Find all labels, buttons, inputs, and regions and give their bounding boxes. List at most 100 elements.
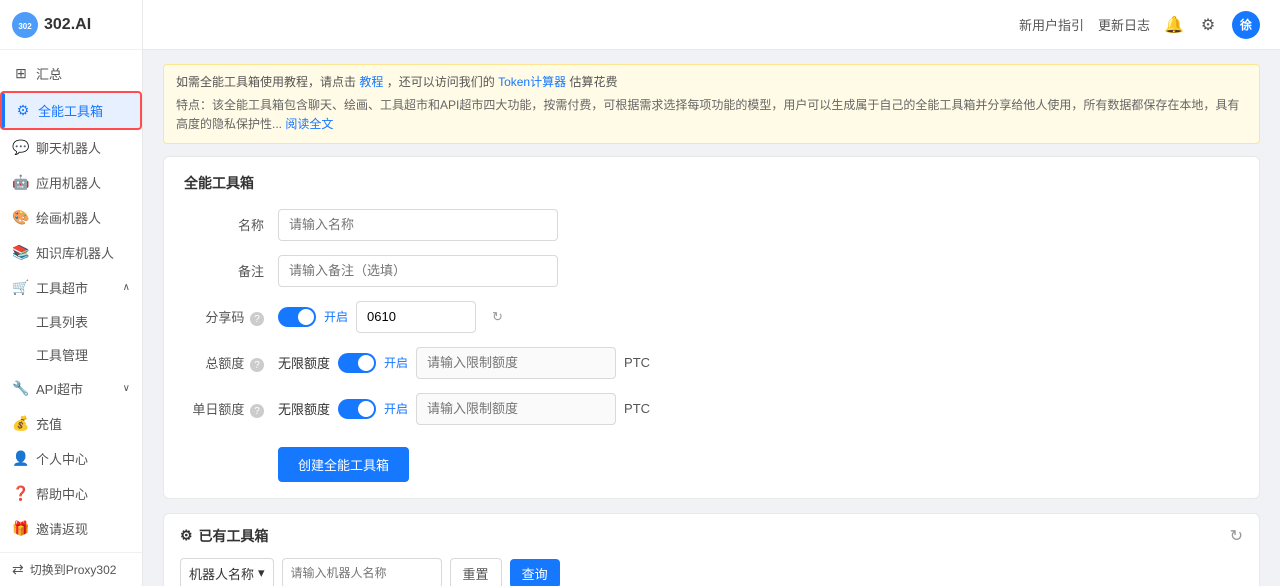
sidebar-label-help: 帮助中心 [36,484,88,503]
share-code-refresh-icon[interactable]: ↻ [492,309,503,325]
sidebar-item-chat-robot[interactable]: 💬 聊天机器人 [0,130,142,165]
total-quota-label-text: 总额度 [205,356,244,371]
form-row-name: 名称 [184,209,1239,241]
sidebar-nav: ⊞ 汇总 ⚙ 全能工具箱 💬 聊天机器人 🤖 应用机器人 🎨 绘画机器人 📚 知… [0,50,142,552]
all-tools-icon: ⚙ [14,102,32,120]
sidebar-bottom-label: 切换到Proxy302 [30,561,117,578]
daily-quota-row: 无限额度 开启 PTC [278,393,650,425]
notification-icon[interactable]: 🔔 [1164,15,1184,35]
filter-select-robot-name[interactable]: 机器人名称 ▾ [180,558,274,586]
paint-robot-icon: 🎨 [12,209,30,227]
notice-line1: 如需全能工具箱使用教程，请点击 教程 ，还可以访问我们的 Token计算器 估算… [176,73,1247,92]
sidebar-item-personal[interactable]: 👤 个人中心 [0,441,142,476]
filter-select-label: 机器人名称 [189,564,254,583]
total-quota-input[interactable] [416,347,616,379]
logo-text: 302.AI [44,16,91,34]
daily-quota-unlimited-text: 无限额度 [278,399,330,418]
filter-robot-name-input[interactable] [282,558,442,586]
create-btn-row: 创建全能工具箱 [184,439,1239,482]
note-input[interactable] [278,255,558,287]
share-code-toggle-group: 开启 ↻ [278,301,503,333]
daily-quota-info-icon[interactable]: ? [250,404,264,418]
change-log-btn[interactable]: 更新日志 [1098,15,1150,34]
daily-quota-label-text: 单日额度 [192,402,244,417]
share-code-toggle[interactable] [278,307,316,327]
app-robot-icon: 🤖 [12,174,30,192]
daily-quota-label: 单日额度 ? [184,399,264,419]
create-toolbox-button[interactable]: 创建全能工具箱 [278,447,409,482]
sidebar-label-paint-robot: 绘画机器人 [36,208,101,227]
personal-icon: 👤 [12,450,30,468]
share-code-label: 分享码 ? [184,307,264,327]
existing-panel-header: ⚙ 已有工具箱 ↻ [180,526,1243,546]
recharge-icon: 💰 [12,415,30,433]
form-row-share-code: 分享码 ? 开启 ↻ [184,301,1239,333]
existing-panel-title: ⚙ 已有工具箱 [180,526,269,546]
header: 新用户指引 更新日志 🔔 ⚙ 徐 [143,0,1280,50]
total-quota-unit: PTC [624,355,650,370]
existing-title-text: 已有工具箱 [199,526,269,546]
create-panel-title: 全能工具箱 [184,173,1239,193]
total-quota-unlimited-text: 无限额度 [278,353,330,372]
overview-icon: ⊞ [12,65,30,83]
name-label: 名称 [184,215,264,234]
content-area: 如需全能工具箱使用教程，请点击 教程 ，还可以访问我们的 Token计算器 估算… [143,50,1280,586]
sidebar-item-recharge[interactable]: 💰 充值 [0,406,142,441]
sidebar-label-tool-list: 工具列表 [36,312,88,331]
sidebar-item-api-market[interactable]: 🔧 API超市 ∨ [0,371,142,406]
sidebar-item-tool-market[interactable]: 🛒 工具超市 ∧ [0,270,142,305]
query-button[interactable]: 查询 [510,559,560,586]
help-icon: ❓ [12,485,30,503]
share-code-toggle-label: 开启 [324,308,348,325]
new-user-guide-btn[interactable]: 新用户指引 [1019,15,1084,34]
sidebar-item-knowledge-robot[interactable]: 📚 知识库机器人 [0,235,142,270]
daily-quota-input[interactable] [416,393,616,425]
existing-refresh-icon[interactable]: ↻ [1230,526,1243,546]
feature-desc: 特点：该全能工具箱包含聊天、绘画、工具超市和API超市四大功能，按需付费，可根据… [176,98,1239,131]
share-code-input[interactable] [356,301,476,333]
main-area: 新用户指引 更新日志 🔔 ⚙ 徐 如需全能工具箱使用教程，请点击 教程 ，还可以… [143,0,1280,586]
sidebar-item-all-tools[interactable]: ⚙ 全能工具箱 [0,91,142,130]
sidebar-label-overview: 汇总 [36,64,62,83]
total-quota-toggle[interactable] [338,353,376,373]
sidebar-item-tool-manage[interactable]: 工具管理 [0,338,142,371]
sidebar-item-overview[interactable]: ⊞ 汇总 [0,56,142,91]
form-row-daily-quota: 单日额度 ? 无限额度 开启 PTC [184,393,1239,425]
sidebar-item-help[interactable]: ❓ 帮助中心 [0,476,142,511]
notice-prefix: 如需全能工具箱使用教程，请点击 [176,75,356,89]
total-quota-toggle-label: 开启 [384,354,408,371]
settings-icon[interactable]: ⚙ [1198,15,1218,35]
form-row-note: 备注 [184,255,1239,287]
invite-icon: 🎁 [12,520,30,538]
header-actions: 新用户指引 更新日志 🔔 ⚙ 徐 [1019,11,1260,39]
sidebar-item-invite[interactable]: 🎁 邀请返现 [0,511,142,546]
read-more-link[interactable]: 阅读全文 [285,117,333,131]
api-market-collapse-icon: ∨ [123,383,130,394]
api-market-icon: 🔧 [12,380,30,398]
tutorial-link[interactable]: 教程 [359,75,383,89]
share-code-info-icon[interactable]: ? [250,312,264,326]
reset-filter-button[interactable]: 重置 [450,558,502,586]
create-toolbox-panel: 全能工具箱 名称 备注 分享码 ? 开启 [163,156,1260,499]
sidebar-item-paint-robot[interactable]: 🎨 绘画机器人 [0,200,142,235]
tool-market-icon: 🛒 [12,279,30,297]
daily-quota-toggle[interactable] [338,399,376,419]
token-calculator-link[interactable]: Token计算器 [498,75,566,89]
svg-text:302: 302 [18,22,32,31]
user-avatar[interactable]: 徐 [1232,11,1260,39]
sidebar-bottom-switch[interactable]: ⇄ 切换到Proxy302 [0,552,142,586]
sidebar-item-tool-list[interactable]: 工具列表 [0,305,142,338]
total-quota-row: 无限额度 开启 PTC [278,347,650,379]
notice-feature-text: 特点：该全能工具箱包含聊天、绘画、工具超市和API超市四大功能，按需付费，可根据… [176,96,1247,134]
sidebar-label-tool-market: 工具超市 [36,278,88,297]
total-quota-label: 总额度 ? [184,353,264,373]
name-input[interactable] [278,209,558,241]
sidebar-label-tool-manage: 工具管理 [36,345,88,364]
sidebar-label-app-robot: 应用机器人 [36,173,101,192]
notice-bar: 如需全能工具箱使用教程，请点击 教程 ，还可以访问我们的 Token计算器 估算… [163,64,1260,144]
sidebar-label-all-tools: 全能工具箱 [38,101,103,120]
logo-icon: 302 [12,12,38,38]
total-quota-info-icon[interactable]: ? [250,358,264,372]
sidebar-item-app-robot[interactable]: 🤖 应用机器人 [0,165,142,200]
switch-icon: ⇄ [12,561,24,578]
